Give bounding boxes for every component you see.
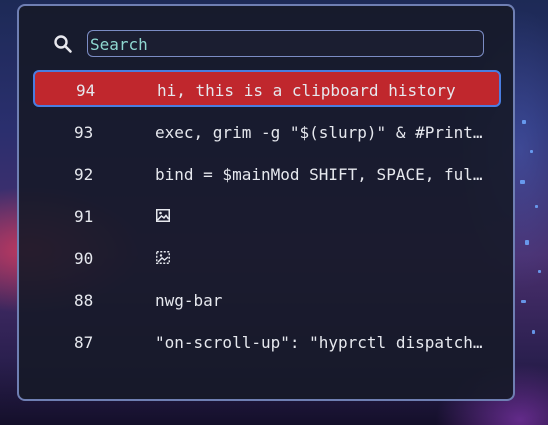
clipboard-item[interactable]: 90 bbox=[19, 238, 513, 278]
wallpaper-speck bbox=[522, 120, 526, 124]
clipboard-item[interactable]: 91 bbox=[19, 196, 513, 236]
clipboard-item[interactable]: 93 exec, grim -g "$(slurp)" & #Print… bbox=[19, 112, 513, 152]
search-bar bbox=[19, 6, 513, 66]
clipboard-item-id: 90 bbox=[74, 249, 94, 268]
clipboard-item[interactable]: 88 nwg-bar bbox=[19, 280, 513, 320]
wallpaper-speck bbox=[530, 150, 533, 153]
wallpaper-speck bbox=[535, 205, 538, 208]
wallpaper-speck bbox=[521, 300, 526, 303]
image-select-icon bbox=[156, 251, 170, 264]
clipboard-item-id: 94 bbox=[76, 81, 96, 100]
clipboard-item[interactable]: 92 bind = $mainMod SHIFT, SPACE, ful… bbox=[19, 154, 513, 194]
clipboard-item-selected[interactable]: 94 hi, this is a clipboard history bbox=[33, 70, 501, 107]
clipboard-item-id: 88 bbox=[74, 291, 94, 310]
search-icon bbox=[54, 35, 72, 53]
clipboard-item-text: exec, grim -g "$(slurp)" & #Print… bbox=[155, 123, 483, 142]
clipboard-item-id: 93 bbox=[74, 123, 94, 142]
wallpaper-speck bbox=[532, 330, 535, 334]
search-input[interactable] bbox=[87, 30, 484, 57]
clipboard-item-id: 87 bbox=[74, 333, 94, 352]
clipboard-item-id: 92 bbox=[74, 165, 94, 184]
wallpaper-speck bbox=[520, 180, 525, 184]
clipboard-history-window: 94 hi, this is a clipboard history 93 ex… bbox=[17, 4, 515, 401]
clipboard-item-id: 91 bbox=[74, 207, 94, 226]
clipboard-item[interactable]: 87 "on-scroll-up": "hyprctl dispatch… bbox=[19, 322, 513, 362]
clipboard-item-text: "on-scroll-up": "hyprctl dispatch… bbox=[155, 333, 483, 352]
clipboard-item-text: bind = $mainMod SHIFT, SPACE, ful… bbox=[155, 165, 483, 184]
image-icon bbox=[156, 209, 170, 222]
wallpaper-speck bbox=[525, 240, 529, 245]
clipboard-item-text: nwg-bar bbox=[155, 291, 223, 310]
clipboard-item-text: hi, this is a clipboard history bbox=[157, 81, 456, 100]
wallpaper-speck bbox=[538, 270, 541, 273]
